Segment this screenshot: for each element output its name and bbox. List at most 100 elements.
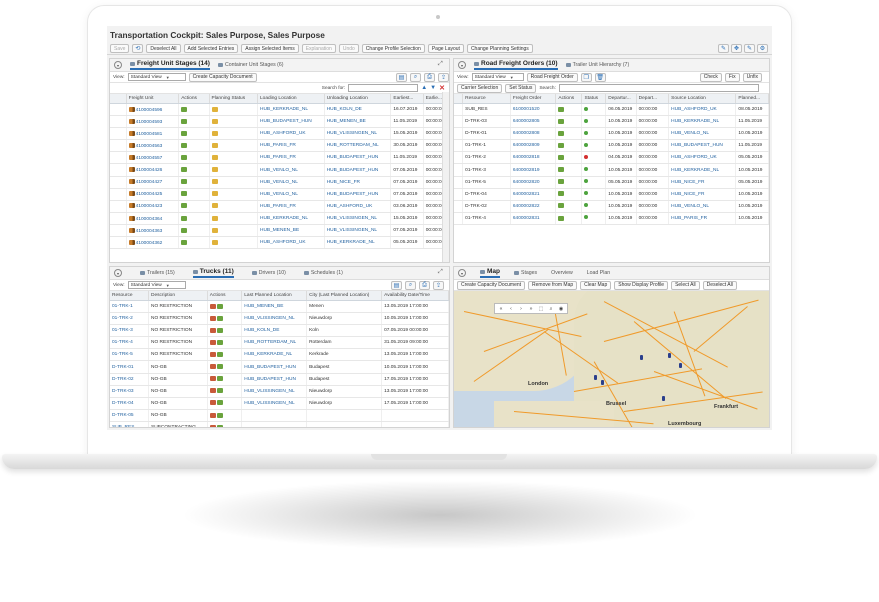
row-selector[interactable] — [110, 139, 127, 153]
action-icon[interactable] — [216, 364, 223, 370]
collapse-icon[interactable]: ▾ — [458, 61, 466, 69]
expand-icon[interactable]: ⤢ — [438, 269, 445, 276]
table-row[interactable]: D-TRK-05 NO-GB — [110, 409, 449, 422]
row-selector[interactable] — [110, 115, 127, 129]
freight-unit-cell[interactable]: 4100004596 — [126, 103, 180, 117]
planning-status-icon[interactable] — [211, 142, 218, 148]
refresh-icon[interactable]: ⟲ — [132, 44, 144, 53]
freight-order-cell[interactable]: 6400002818 — [510, 151, 557, 165]
column-header[interactable]: Planning Status — [209, 94, 258, 104]
map-canvas[interactable]: « ‹ › » ⬚ ⌕ ◉ London Brussel Frankfurt L… — [454, 291, 769, 427]
actions-cell[interactable] — [178, 163, 210, 177]
tab-stages[interactable]: Stages — [514, 270, 537, 276]
select-column-header[interactable] — [454, 94, 464, 104]
actions-cell[interactable] — [178, 151, 210, 165]
action-icon[interactable] — [216, 327, 223, 333]
set-status-button[interactable]: Set Status — [505, 83, 537, 93]
unloading-location-cell[interactable]: HUB_ROTTERDAM_NL — [324, 139, 392, 153]
unloading-location-cell[interactable]: HUB_VLISSINGEN_NL — [324, 127, 392, 141]
column-header[interactable]: Actions — [207, 291, 243, 301]
actions-cell[interactable] — [207, 397, 243, 410]
remove-from-map-button[interactable]: Remove from Map — [528, 280, 578, 290]
loading-location-cell[interactable]: HUB_ASHFORD_UK — [257, 236, 325, 250]
column-header[interactable]: Actions — [555, 94, 583, 104]
export-icon[interactable]: ⇪ — [433, 280, 444, 290]
table-row[interactable]: 4100004423 HUB_PARIS_FR HUB_ASHFORD_UK 03.0… — [110, 200, 449, 213]
loading-location-cell[interactable]: HUB_PARIS_FR — [257, 139, 325, 153]
create-capacity-document-button[interactable]: Create Capacity Document — [188, 72, 257, 82]
freight-order-cell[interactable]: 6400002809 — [510, 139, 557, 153]
row-selector[interactable] — [110, 127, 127, 141]
actions-cell[interactable] — [178, 103, 210, 117]
row-selector[interactable] — [110, 224, 127, 238]
table-row[interactable]: D-TRK-01 6400002808 10.05.2019 00:00:00 HUB_… — [454, 127, 769, 141]
freight-unit-cell[interactable]: 4100004593 — [126, 115, 180, 129]
table-row[interactable]: 01-TRK-2 6400002818 04.05.2019 00:00:00 HUB_… — [454, 151, 769, 165]
unfix-button[interactable]: Unfix — [742, 72, 762, 82]
column-header[interactable]: Loading Location — [257, 94, 325, 104]
last-planned-location-cell[interactable]: HUB_VLISSINGEN_NL — [241, 397, 308, 410]
planning-status-icon[interactable] — [211, 227, 218, 233]
freight-unit-cell[interactable]: 4100004427 — [126, 176, 180, 189]
row-selector[interactable] — [454, 212, 464, 225]
action-icon[interactable] — [558, 130, 565, 136]
last-planned-location-cell[interactable] — [241, 409, 308, 422]
undo-button[interactable]: Undo — [338, 44, 359, 53]
unloading-location-cell[interactable]: HUB_ASHFORD_UK — [324, 200, 392, 213]
action-icon[interactable] — [181, 227, 188, 233]
table-row[interactable]: 01-TRK-4 NO RESTRICTION HUB_ROTTERDAM_NL Ro… — [110, 336, 449, 350]
unloading-location-cell[interactable]: HUB_NICE_FR — [324, 176, 392, 189]
map-location-pin[interactable] — [662, 396, 665, 401]
freight-unit-cell[interactable]: 4100004363 — [126, 224, 180, 238]
row-selector[interactable] — [110, 188, 127, 201]
actions-cell[interactable] — [555, 163, 583, 177]
table-row[interactable]: 01-TRK-4 6400002831 10.05.2019 00:00:00 HUB_… — [454, 212, 769, 225]
action-icon[interactable] — [181, 191, 188, 197]
deselect-all-button[interactable]: Deselect All — [146, 44, 181, 53]
action-icon[interactable] — [181, 106, 188, 112]
delete-icon[interactable]: 🗑 — [594, 72, 606, 82]
column-header[interactable]: Resource — [110, 291, 149, 301]
source-location-cell[interactable]: HUB_VENLO_NL — [668, 200, 737, 213]
planning-status-icon[interactable] — [211, 155, 218, 161]
truck-icon[interactable] — [128, 130, 135, 136]
resource-cell[interactable]: D-TRK-05 — [110, 409, 149, 422]
actions-cell[interactable] — [207, 348, 243, 362]
tab-drivers[interactable]: Drivers (10) — [251, 270, 286, 276]
column-header[interactable]: Earliest... — [390, 94, 424, 104]
actions-cell[interactable] — [207, 373, 243, 386]
planning-status-icon[interactable] — [211, 167, 218, 173]
action-icon[interactable] — [209, 315, 216, 321]
loading-location-cell[interactable]: HUB_PARIS_FR — [257, 200, 325, 213]
filter-icon[interactable]: ▤ — [391, 280, 402, 290]
table-row[interactable]: 4100004362 HUB_ASHFORD_UK HUB_KERKRADE_NL 0… — [110, 236, 449, 250]
last-planned-location-cell[interactable]: HUB_VLISSINGEN_NL — [241, 312, 308, 326]
resource-cell[interactable]: 01-TRK-5 — [110, 348, 149, 362]
truck-icon[interactable] — [128, 118, 135, 124]
loading-location-cell[interactable]: HUB_KERKRADE_NL — [257, 212, 325, 225]
truck-icon[interactable] — [128, 203, 135, 209]
actions-cell[interactable] — [555, 139, 583, 153]
action-icon[interactable] — [209, 412, 216, 418]
row-selector[interactable] — [454, 176, 464, 189]
deselect-all-button[interactable]: Deselect All — [702, 280, 737, 290]
truck-icon[interactable] — [128, 215, 135, 221]
action-icon[interactable] — [558, 179, 565, 185]
view-select[interactable]: Standard View ▼ — [127, 281, 186, 289]
action-icon[interactable] — [209, 376, 216, 382]
table-row[interactable]: D-TRK-02 NO-GB HUB_BUDAPEST_HUN Budapest 17.… — [110, 373, 449, 386]
freight-order-cell[interactable]: 6400002808 — [510, 127, 557, 141]
action-icon[interactable] — [558, 142, 565, 148]
truck-icon[interactable] — [128, 227, 135, 233]
loading-location-cell[interactable]: HUB_BUDAPEST_HUN — [257, 115, 325, 129]
column-header[interactable]: Planned... — [735, 94, 769, 104]
search-input[interactable] — [348, 84, 419, 92]
action-icon[interactable] — [558, 155, 565, 161]
freight-unit-cell[interactable]: 4100004557 — [126, 151, 180, 165]
action-icon[interactable] — [181, 118, 188, 124]
arrow-up-icon[interactable]: ▲ — [421, 85, 427, 91]
source-location-cell[interactable]: HUB_ASHFORD_UK — [668, 103, 737, 117]
action-icon[interactable] — [558, 167, 565, 173]
action-icon[interactable] — [181, 167, 188, 173]
tab-schedules[interactable]: Schedules (1) — [303, 270, 343, 276]
